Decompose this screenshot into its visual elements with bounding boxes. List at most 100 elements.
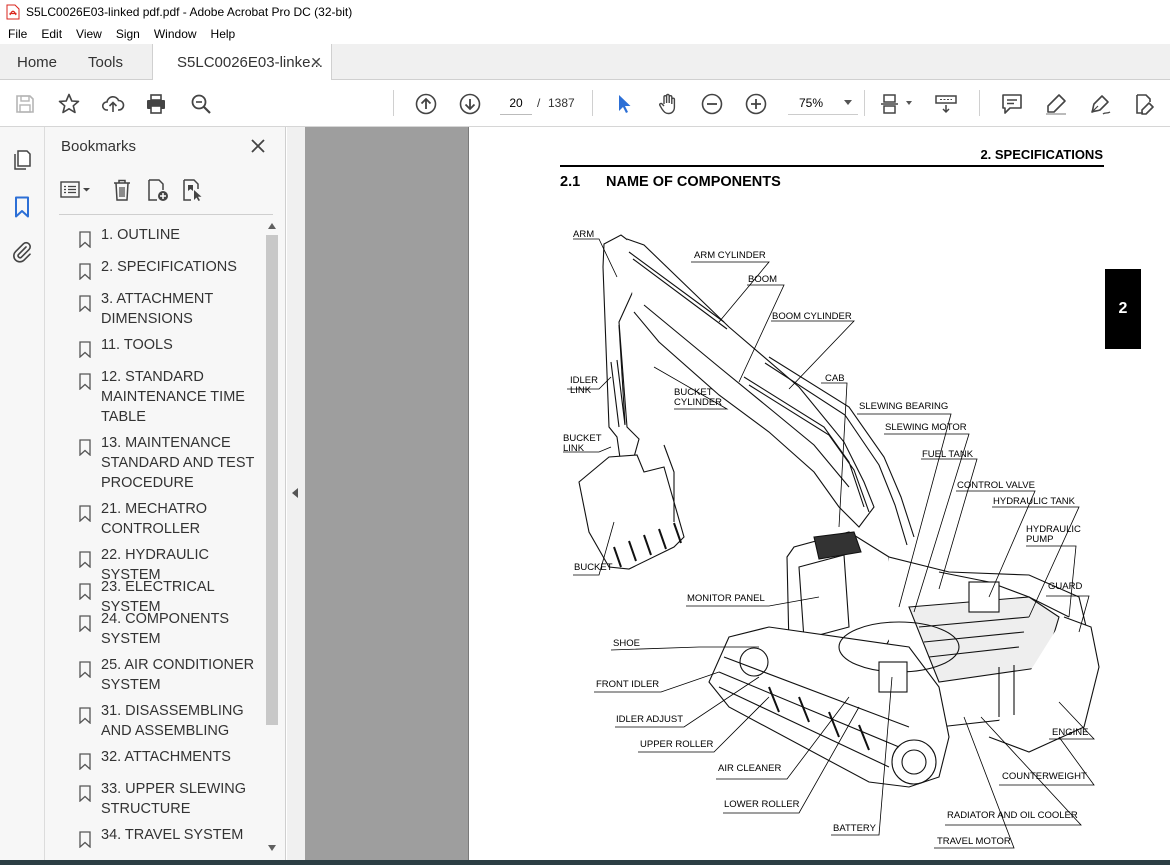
document-viewport[interactable]: 2. SPECIFICATIONS 2.1NAME OF COMPONENTS (305, 127, 1170, 860)
tab-bar: Home Tools S5LC0026E03-linke... ✕ (0, 44, 1170, 80)
bookmark-icon (79, 505, 91, 522)
bookmarks-toolbar (59, 175, 273, 215)
zoom-search-icon[interactable] (188, 91, 214, 117)
bookmark-options-icon[interactable] (59, 177, 95, 203)
taskbar-strip (0, 860, 1170, 865)
label-boom: BOOM (748, 274, 777, 285)
scrollbar-thumb[interactable] (266, 235, 278, 725)
fit-page-icon[interactable] (878, 91, 904, 117)
label-hydraulic-tank: HYDRAULIC TANK (993, 496, 1076, 507)
bookmark-label: 25. AIR CONDITIONER SYSTEM (101, 657, 255, 693)
title-bar: S5LC0026E03-linked pdf.pdf - Adobe Acrob… (0, 0, 1170, 24)
bookmark-label: 13. MAINTENANCE STANDARD AND TEST PROCED… (101, 435, 255, 491)
label-upper-roller: UPPER ROLLER (640, 739, 714, 750)
label-radiator-oil-cooler: RADIATOR AND OIL COOLER (947, 810, 1078, 821)
sign-pen-icon[interactable] (1087, 91, 1113, 117)
scroll-down-arrow-icon[interactable] (268, 845, 276, 851)
star-icon[interactable] (56, 91, 82, 117)
bookmark-label: 32. ATTACHMENTS (101, 749, 231, 765)
select-cursor-icon[interactable] (611, 91, 637, 117)
toolbar-separator (864, 90, 865, 116)
bookmark-icon (79, 263, 91, 280)
label-bucket-link-2: LINK (563, 443, 585, 454)
label-fuel-tank: FUEL TANK (922, 449, 974, 460)
upload-cloud-icon[interactable] (100, 91, 126, 117)
label-hydraulic-pump-2: PUMP (1026, 534, 1053, 545)
zoom-out-icon[interactable] (699, 91, 725, 117)
bookmark-icon (79, 551, 91, 568)
acrobat-window: S5LC0026E03-linked pdf.pdf - Adobe Acrob… (0, 0, 1170, 865)
toolbar-separator (979, 90, 980, 116)
highlight-pen-icon[interactable] (1043, 91, 1069, 117)
label-battery: BATTERY (833, 823, 877, 834)
tab-home[interactable]: Home (17, 44, 57, 80)
chevron-down-icon (844, 100, 852, 105)
comment-icon[interactable] (999, 91, 1025, 117)
new-bookmark-icon[interactable] (144, 177, 170, 203)
close-tab-icon[interactable]: ✕ (310, 54, 322, 71)
label-guard: GUARD (1048, 581, 1082, 592)
next-page-icon[interactable] (457, 91, 483, 117)
label-slewing-motor: SLEWING MOTOR (885, 422, 967, 433)
tab-tools[interactable]: Tools (88, 44, 123, 80)
bookmark-label: 11. TOOLS (101, 337, 173, 353)
label-arm-cylinder: ARM CYLINDER (694, 250, 766, 261)
tab-document[interactable]: S5LC0026E03-linke... ✕ (152, 44, 332, 80)
acrobat-pdf-icon (6, 4, 20, 20)
menu-sign[interactable]: Sign (109, 27, 147, 41)
label-cab: CAB (825, 373, 845, 384)
menu-edit[interactable]: Edit (34, 27, 69, 41)
bookmark-icon (79, 341, 91, 358)
label-arm: ARM (573, 229, 594, 240)
bookmark-icon (79, 373, 91, 390)
bookmark-panel-icon[interactable] (10, 195, 34, 219)
bookmark-icon (79, 231, 91, 248)
label-idler-link-2: LINK (570, 385, 592, 396)
bookmark-icon (79, 295, 91, 312)
bookmark-label: 1. OUTLINE (101, 227, 180, 243)
menu-view[interactable]: View (69, 27, 109, 41)
left-navigation-rail (0, 127, 45, 865)
bookmark-label: 2. SPECIFICATIONS (101, 259, 237, 275)
panel-collapse-handle[interactable] (287, 127, 305, 860)
bookmark-icon (79, 785, 91, 802)
bookmarks-scrollbar[interactable] (265, 219, 279, 856)
page-number-input[interactable] (500, 91, 532, 115)
label-bucket-cylinder-2: CYLINDER (674, 397, 722, 408)
scroll-mode-icon[interactable] (933, 91, 959, 117)
zoom-in-icon[interactable] (743, 91, 769, 117)
bookmark-icon (79, 661, 91, 678)
toolbar-separator (393, 90, 394, 116)
bookmark-icon (79, 615, 91, 632)
label-air-cleaner: AIR CLEANER (718, 763, 781, 774)
fit-page-dropdown-caret[interactable] (906, 101, 912, 105)
bookmark-icon (79, 831, 91, 848)
label-bucket: BUCKET (574, 562, 613, 573)
delete-bookmark-icon[interactable] (109, 177, 135, 203)
edit-pdf-icon[interactable] (1131, 91, 1157, 117)
hand-tool-icon[interactable] (655, 91, 681, 117)
label-boom-cylinder: BOOM CYLINDER (772, 311, 852, 322)
bookmark-icon (79, 753, 91, 770)
bookmark-label: 3. ATTACHMENT DIMENSIONS (101, 291, 213, 327)
attachment-paperclip-icon[interactable] (10, 240, 34, 264)
label-control-valve: CONTROL VALVE (957, 480, 1035, 491)
page-thumbnails-icon[interactable] (10, 148, 34, 172)
total-pages: 1387 (548, 96, 575, 110)
tab-document-label: S5LC0026E03-linke... (177, 53, 323, 71)
scroll-up-arrow-icon[interactable] (268, 223, 276, 229)
save-icon[interactable] (12, 91, 38, 117)
zoom-value: 75% (799, 95, 824, 110)
bookmark-from-selection-icon[interactable] (179, 177, 205, 203)
previous-page-icon[interactable] (413, 91, 439, 117)
label-engine: ENGINE (1052, 727, 1088, 738)
bookmark-label: 31. DISASSEMBLING AND ASSEMBLING (101, 703, 244, 739)
menu-file[interactable]: File (0, 27, 34, 41)
menu-help[interactable]: Help (204, 27, 243, 41)
zoom-select[interactable]: 75% (788, 91, 858, 115)
bookmark-icon (79, 439, 91, 456)
close-icon[interactable] (248, 136, 268, 156)
menu-window[interactable]: Window (147, 27, 204, 41)
print-icon[interactable] (143, 91, 169, 117)
chapter-tab: 2 (1105, 269, 1141, 349)
